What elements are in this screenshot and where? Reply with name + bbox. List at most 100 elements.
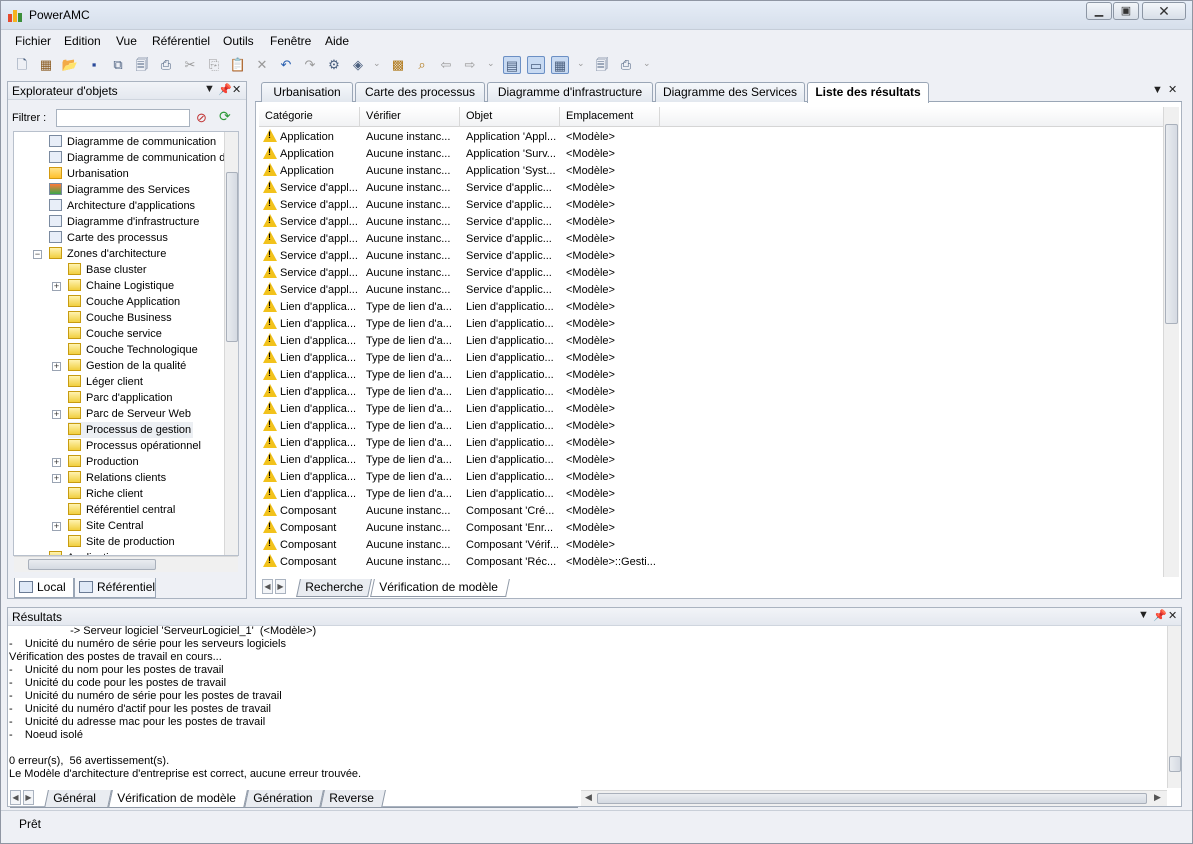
pin-icon[interactable]: 📌 [218,83,232,96]
menu-fenetre[interactable]: Fenêtre [270,34,311,48]
check-in-icon[interactable]: ⇦ [437,56,455,74]
redo-icon[interactable]: ↷ [301,56,319,74]
tree-item[interactable]: Zones d'architecture [49,246,166,262]
open-folder-icon[interactable]: 📂 [61,56,79,74]
grid-vertical-scrollbar[interactable] [1163,107,1179,577]
table-row[interactable]: Service d'appl... Aucune instanc... Servic… [259,180,1163,197]
table-row[interactable]: Service d'appl... Aucune instanc... Servic… [259,197,1163,214]
menu-referentiel[interactable]: Référentiel [152,34,210,48]
object-browser-toggle-icon[interactable]: ▤ [503,56,521,74]
table-row[interactable]: Application Aucune instanc... Application … [259,146,1163,163]
tree-item[interactable]: Couche Application [68,294,180,310]
table-row[interactable]: Service d'appl... Aucune instanc... Servic… [259,214,1163,231]
toolbar-grip-icon[interactable]: ⌄ [373,58,381,74]
repository-search-icon[interactable]: ⌕ [413,56,431,74]
tab-urbanisation[interactable]: Urbanisation [261,82,353,102]
undo-icon[interactable]: ↶ [277,56,295,74]
result-list-toggle-icon[interactable]: ▦ [551,56,569,74]
tree-vertical-scrollbar[interactable] [224,132,238,555]
tree-item[interactable]: Site Central [68,518,143,534]
tab-scroll-left-icon[interactable]: ◀ [262,579,273,594]
clear-filter-icon[interactable]: ⊘ [196,110,207,126]
tree-item[interactable]: Urbanisation [49,166,129,182]
tab-scroll-right-icon[interactable]: ▶ [275,579,286,594]
expand-icon[interactable]: + [52,362,61,371]
tree-item[interactable]: Processus de gestion [68,422,194,438]
expand-icon[interactable]: + [52,458,61,467]
table-row[interactable]: Application Aucune instanc... Application … [259,163,1163,180]
tab-scroll-right-icon[interactable]: ▶ [23,790,34,805]
tab-local[interactable]: Local [14,578,74,598]
expand-icon[interactable]: + [52,410,61,419]
refresh-icon[interactable]: ⟳ [219,108,231,125]
table-row[interactable]: Lien d'applica... Type de lien d'a... Lien… [259,316,1163,333]
tree-item[interactable]: Léger client [68,374,143,390]
expand-icon[interactable]: + [52,474,61,483]
table-row[interactable]: Service d'appl... Aucune instanc... Servic… [259,231,1163,248]
dropdown-icon[interactable]: ▼ [204,83,215,95]
pin-icon[interactable]: 📌 [1153,609,1167,622]
tab-diagramme-services[interactable]: Diagramme des Services [655,82,805,102]
table-row[interactable]: Lien d'applica... Type de lien d'a... Lien… [259,452,1163,469]
tab-output-verification[interactable]: Vérification de modèle [108,790,248,808]
output-toggle-icon[interactable]: ▭ [527,56,545,74]
tree-item[interactable]: Couche service [68,326,162,342]
tab-generation[interactable]: Génération [244,790,324,808]
table-row[interactable]: Lien d'applica... Type de lien d'a... Lien… [259,350,1163,367]
tab-general[interactable]: Général [44,790,112,808]
tab-liste-des-resultats[interactable]: Liste des résultats [807,82,929,103]
tab-reverse[interactable]: Reverse [320,790,386,808]
table-row[interactable]: Service d'appl... Aucune instanc... Servic… [259,248,1163,265]
tree-item[interactable]: Production [68,454,139,470]
table-row[interactable]: Service d'appl... Aucune instanc... Servic… [259,282,1163,299]
tree-item[interactable]: Architecture d'applications [49,198,195,214]
table-row[interactable]: Lien d'applica... Type de lien d'a... Lien… [259,367,1163,384]
menu-vue[interactable]: Vue [116,34,137,48]
tree-item[interactable]: Parc de Serveur Web [68,406,191,422]
paste-icon[interactable]: 📋 [229,56,247,74]
tree-item[interactable]: Base cluster [68,262,147,278]
tab-referentiel[interactable]: Référentiel [74,578,156,598]
scroll-right-icon[interactable]: ▶ [1154,792,1161,803]
tree-item[interactable]: Riche client [68,486,143,502]
dropdown-icon[interactable]: ▼ [1138,609,1149,621]
output-scroll-thumb[interactable] [1169,756,1181,772]
save-all-icon[interactable]: ⧉ [109,56,127,74]
print-diagram-icon[interactable]: ⎙ [617,56,635,74]
tree-item[interactable]: Carte des processus [49,230,168,246]
close-icon[interactable]: ✕ [1168,609,1177,622]
toolbar-grip-icon[interactable]: ⌄ [643,58,651,74]
close-document-icon[interactable]: ✕ [1168,83,1177,96]
tree-item[interactable]: Chaine Logistique [68,278,174,294]
filter-input[interactable] [56,109,190,127]
table-row[interactable]: Service d'appl... Aucune instanc... Servic… [259,265,1163,282]
cut-icon[interactable]: ✂ [181,56,199,74]
tree-item[interactable]: Diagramme des Services [49,182,190,198]
table-row[interactable]: Lien d'applica... Type de lien d'a... Lien… [259,418,1163,435]
tab-scroll-left-icon[interactable]: ◀ [10,790,21,805]
tree-item[interactable]: Processus opérationnel [68,438,201,454]
zoom-preview-icon[interactable]: 🗐 [593,56,611,74]
table-row[interactable]: Composant Aucune instanc... Composant 'Enr… [259,520,1163,537]
tree-item[interactable]: Couche Technologique [68,342,198,358]
grid-scroll-thumb[interactable] [1165,124,1178,324]
tree-item[interactable]: Référentiel central [68,502,175,518]
tree-scroll-thumb[interactable] [226,172,238,342]
minimize-button[interactable]: ▁ [1086,2,1112,20]
tree-item[interactable]: Diagramme d'infrastructure [49,214,199,230]
col-emplacement[interactable]: Emplacement [566,110,633,122]
table-row[interactable]: Composant Aucune instanc... Composant 'Réc… [259,554,1163,571]
scroll-left-icon[interactable]: ◀ [585,792,592,803]
tab-recherche[interactable]: Recherche [296,579,372,597]
new-file-icon[interactable]: 🗋 [13,56,31,74]
menu-fichier[interactable]: Fichier [15,34,51,48]
print-preview-icon[interactable]: 🗐 [133,56,151,74]
tree-item[interactable]: Diagramme de communication [49,134,216,150]
properties-icon[interactable]: ⚙ [325,56,343,74]
table-row[interactable]: Lien d'applica... Type de lien d'a... Lien… [259,469,1163,486]
delete-icon[interactable]: ✕ [253,56,271,74]
tree-hscroll-thumb[interactable] [28,559,156,570]
toolbar-grip-icon[interactable]: ⌄ [487,58,495,74]
toolbar-grip-icon[interactable]: ⌄ [577,58,585,74]
table-row[interactable]: Lien d'applica... Type de lien d'a... Lien… [259,486,1163,503]
